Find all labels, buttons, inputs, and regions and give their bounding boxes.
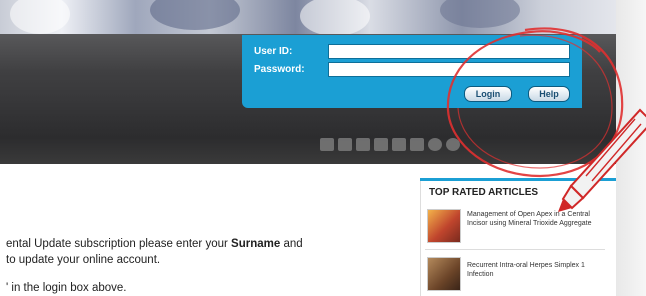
userid-label: User ID: — [254, 46, 293, 57]
print-icon[interactable] — [320, 137, 334, 151]
top-rated-articles: TOP RATED ARTICLES Management of Open Ap… — [420, 181, 607, 296]
share-icon[interactable] — [410, 137, 424, 151]
header-banner-image — [0, 0, 616, 36]
help-icon[interactable] — [446, 137, 460, 151]
login-box: User ID: Password: Login Help — [242, 35, 582, 108]
page-tools — [320, 134, 460, 154]
article-thumbnail[interactable] — [427, 257, 461, 291]
instruction-line-1: ental Update subscription please enter y… — [6, 238, 303, 250]
document-icon[interactable] — [356, 137, 370, 151]
userid-input[interactable] — [328, 44, 570, 59]
password-input[interactable] — [328, 62, 570, 77]
sidebar-title: TOP RATED ARTICLES — [429, 187, 539, 198]
text-size-icon[interactable] — [392, 137, 406, 151]
login-button[interactable]: Login — [464, 86, 512, 102]
help-button[interactable]: Help — [528, 86, 570, 102]
refresh-icon[interactable] — [428, 137, 442, 151]
article-thumbnail[interactable] — [427, 209, 461, 243]
instruction-line-2: to update your online account. — [6, 254, 161, 266]
page-background — [616, 0, 646, 296]
document-icon[interactable] — [338, 137, 352, 151]
bookmark-icon[interactable] — [374, 137, 388, 151]
article-link[interactable]: Recurrent Intra-oral Herpes Simplex 1 In… — [467, 261, 595, 279]
password-label: Password: — [254, 64, 305, 75]
instruction-line-3: ' in the login box above. — [6, 282, 127, 294]
article-link[interactable]: Management of Open Apex in a Central Inc… — [467, 210, 595, 228]
web-page: User ID: Password: Login Help ental Upda… — [0, 0, 616, 296]
